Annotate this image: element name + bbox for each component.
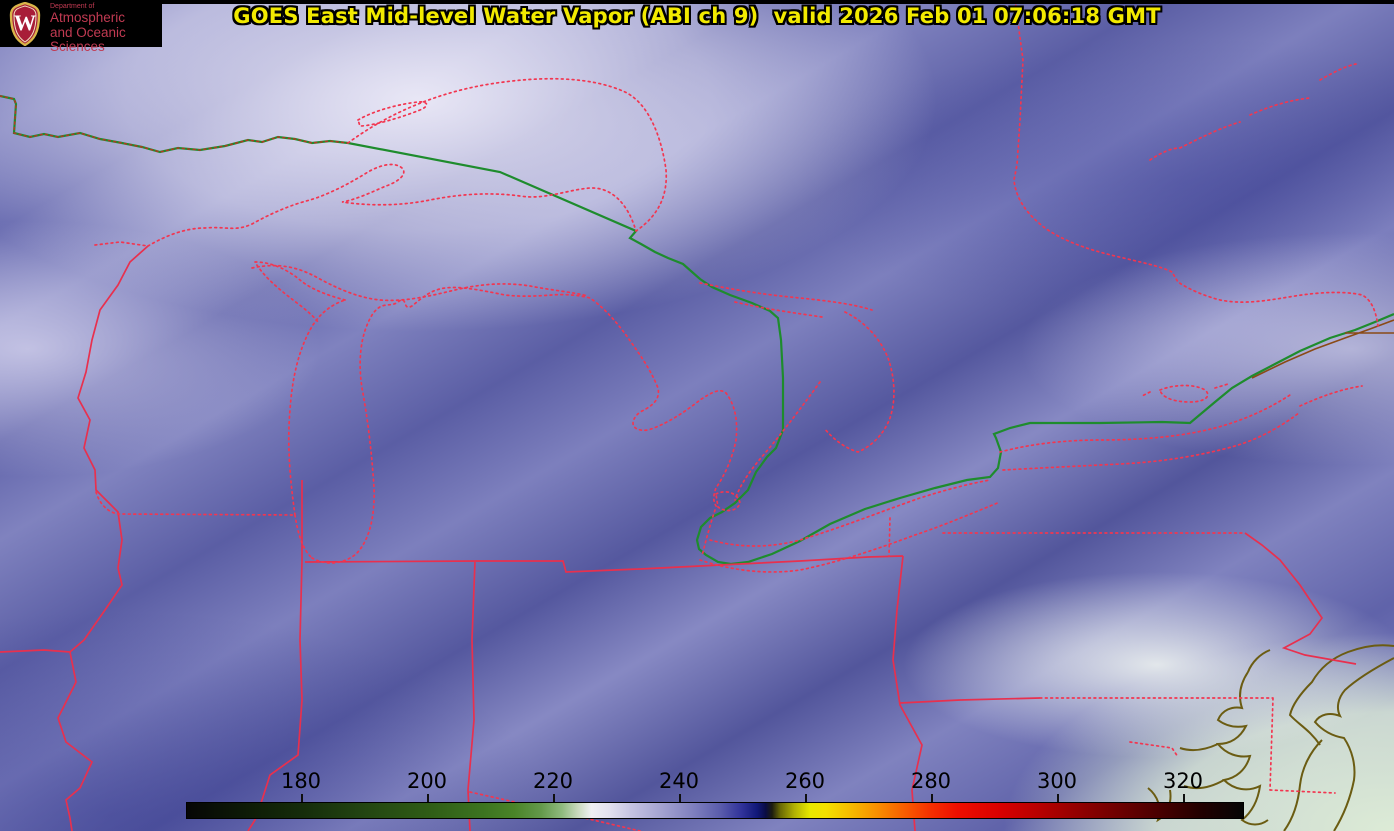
ottawa-river-quebec-border (1014, 0, 1378, 326)
state-borders-solid (0, 246, 1356, 831)
map-borders-overlay (0, 0, 1394, 831)
page-title: GOES East Mid-level Water Vapor (ABI ch … (233, 4, 1160, 28)
logo-monogram: W (14, 10, 36, 35)
michigan-lower-peninsula-shoreline (312, 287, 737, 562)
logo-department: Department of (50, 3, 162, 10)
us-canada-border-line (0, 96, 1394, 564)
satellite-image: GOES East Mid-level Water Vapor (ABI ch … (0, 0, 1394, 831)
lake-ontario-shoreline (1000, 384, 1362, 470)
logo-line1: Atmospheric (50, 11, 162, 25)
eastern-state-borders-dotted (96, 492, 1335, 831)
chesapeake-bay-coastline (1148, 650, 1322, 831)
boundary-waters-shoreline (0, 96, 348, 152)
uw-logo: W Department of Atmospheric and Oceanic … (0, 0, 162, 47)
logo-line2: and Oceanic Sciences (50, 26, 162, 54)
uw-crest-icon: W (7, 2, 43, 46)
logo-text: Department of Atmospheric and Oceanic Sc… (50, 3, 162, 54)
st-lawrence-coastline (1252, 320, 1394, 378)
atlantic-coastline (1290, 645, 1394, 831)
lake-superior-shoreline (95, 79, 666, 246)
